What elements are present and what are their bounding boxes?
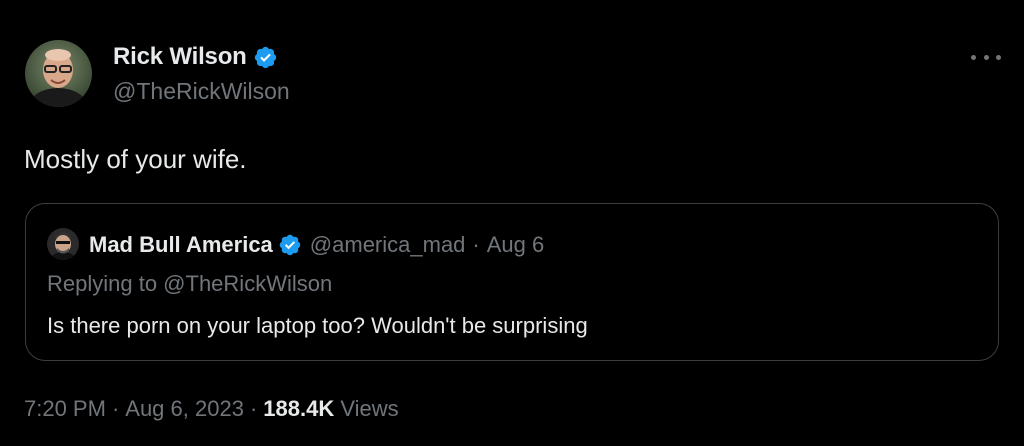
quoted-author-avatar[interactable] <box>47 228 79 260</box>
tweet-time[interactable]: 7:20 PM <box>24 396 106 421</box>
tweet-meta: 7:20 PM · Aug 6, 2023 · 188.4K Views <box>24 396 399 422</box>
more-dot <box>971 54 976 60</box>
more-dot <box>983 54 989 60</box>
more-horizontal-icon[interactable] <box>971 50 1001 64</box>
author-avatar[interactable] <box>25 40 92 107</box>
quoted-tweet-text: Is there porn on your laptop too? Wouldn… <box>47 313 588 338</box>
separator-dot: · <box>111 396 120 421</box>
views-label[interactable]: Views <box>340 396 398 421</box>
quoted-author-name[interactable]: Mad Bull America <box>89 232 273 258</box>
tweet-text: Mostly of your wife. <box>24 144 247 174</box>
quoted-header: Mad Bull America @america_mad · Aug 6 <box>89 230 544 260</box>
views-count[interactable]: 188.4K <box>263 396 334 421</box>
quoted-tweet[interactable]: Mad Bull America @america_mad · Aug 6 Re… <box>25 203 999 361</box>
verified-badge-icon[interactable] <box>278 233 302 257</box>
replying-to[interactable]: Replying to @TheRickWilson <box>47 271 332 297</box>
separator-dot: · <box>249 396 258 421</box>
author-name[interactable]: Rick Wilson <box>113 43 247 71</box>
author-name-row[interactable]: Rick Wilson <box>113 42 278 72</box>
separator-dot: · <box>472 232 480 257</box>
quoted-date[interactable]: Aug 6 <box>487 232 545 258</box>
author-handle[interactable]: @TheRickWilson <box>113 78 290 105</box>
more-dot <box>996 54 1001 60</box>
quoted-author-handle[interactable]: @america_mad <box>310 232 466 258</box>
verified-badge-icon[interactable] <box>253 45 278 70</box>
tweet-date[interactable]: Aug 6, 2023 <box>125 396 244 421</box>
